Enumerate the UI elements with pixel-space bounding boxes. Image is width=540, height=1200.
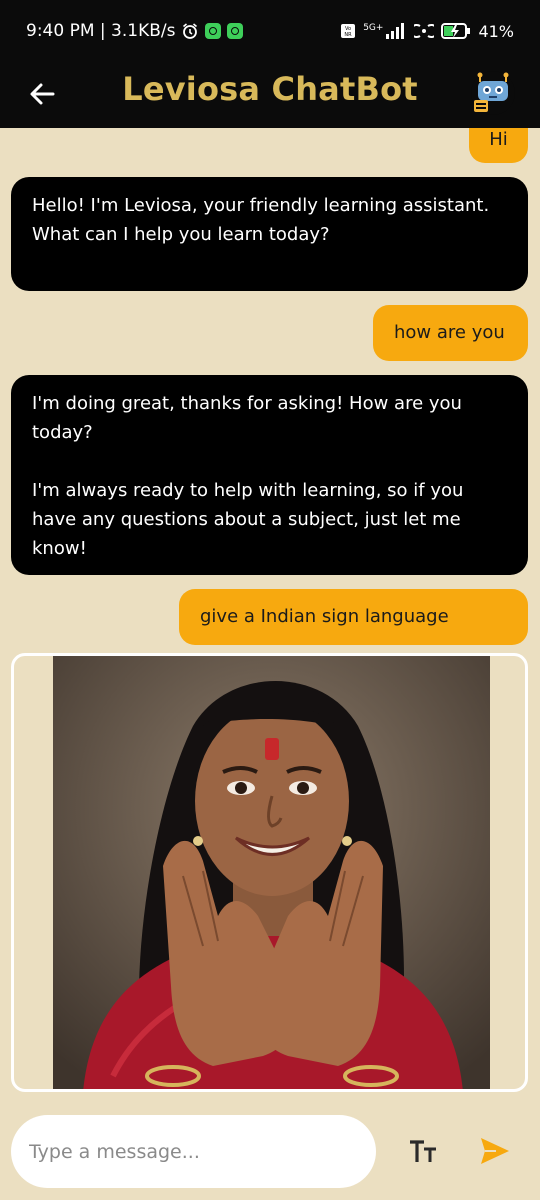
chat-area[interactable]: Hi Hello! I'm Leviosa, your friendly lea… (0, 128, 540, 1098)
message-input[interactable] (11, 1115, 376, 1188)
app-notification-icon (205, 23, 222, 39)
battery-charging-icon (441, 22, 471, 40)
sync-notification-icon (227, 23, 244, 39)
network-type: 5G+ (363, 23, 384, 33)
alarm-icon (181, 22, 199, 40)
volte-icon: Vo NR (340, 23, 356, 39)
app-title: Leviosa ChatBot (122, 70, 418, 108)
send-icon (481, 1138, 509, 1164)
bot-message: Hello! I'm Leviosa, your friendly learni… (11, 177, 528, 291)
status-right: Vo NR 5G+ 41% (340, 22, 514, 41)
signal-icon: 5G+ (363, 23, 407, 39)
user-message: give a Indian sign language image (179, 589, 528, 683)
user-message: how are you (373, 305, 528, 361)
send-button[interactable] (478, 1134, 514, 1170)
message-input-bar (0, 1098, 540, 1200)
text-size-button[interactable] (405, 1136, 441, 1168)
hotspot-icon (414, 22, 435, 40)
bot-image-message[interactable] (11, 653, 528, 1092)
svg-text:NR: NR (345, 32, 353, 38)
status-left: 9:40 PM | 3.1KB/s (26, 21, 244, 41)
generated-image (53, 656, 490, 1089)
bot-message: I'm doing great, thanks for asking! How … (11, 375, 528, 575)
user-message: Hi (469, 128, 528, 163)
bot-avatar[interactable] (470, 70, 516, 116)
status-bar: 9:40 PM | 3.1KB/s Vo NR 5G+ 41% (0, 0, 540, 62)
app-bar: Leviosa ChatBot (0, 62, 540, 128)
battery-percent: 41% (478, 21, 514, 41)
robot-icon (471, 71, 515, 115)
text-size-icon (410, 1140, 436, 1162)
status-time-speed: 9:40 PM | 3.1KB/s (26, 21, 176, 41)
